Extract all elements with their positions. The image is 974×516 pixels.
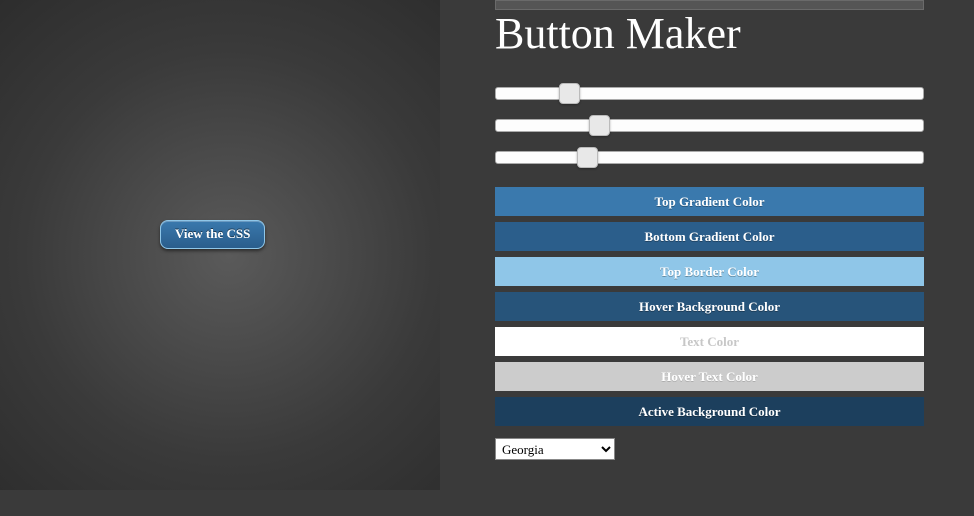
slider-1[interactable] [495,81,924,109]
top-strip [495,0,924,10]
color-buttons-group: Top Gradient Color Bottom Gradient Color… [495,187,924,426]
slider-3[interactable] [495,145,924,173]
sliders-group [495,81,924,173]
slider-track [495,119,924,132]
slider-track [495,151,924,164]
bottom-gradient-color-button[interactable]: Bottom Gradient Color [495,222,924,251]
top-border-color-button[interactable]: Top Border Color [495,257,924,286]
text-color-button[interactable]: Text Color [495,327,924,356]
hover-background-color-button[interactable]: Hover Background Color [495,292,924,321]
page-title: Button Maker [495,8,924,59]
controls-panel: Button Maker Top Gradient Color Bottom G… [440,0,974,516]
preview-button[interactable]: View the CSS [160,220,265,249]
preview-panel: View the CSS [0,0,440,490]
slider-handle[interactable] [589,115,610,136]
slider-2[interactable] [495,113,924,141]
hover-text-color-button[interactable]: Hover Text Color [495,362,924,391]
slider-handle[interactable] [577,147,598,168]
top-gradient-color-button[interactable]: Top Gradient Color [495,187,924,216]
active-background-color-button[interactable]: Active Background Color [495,397,924,426]
font-select[interactable]: Georgia [495,438,615,460]
slider-handle[interactable] [559,83,580,104]
